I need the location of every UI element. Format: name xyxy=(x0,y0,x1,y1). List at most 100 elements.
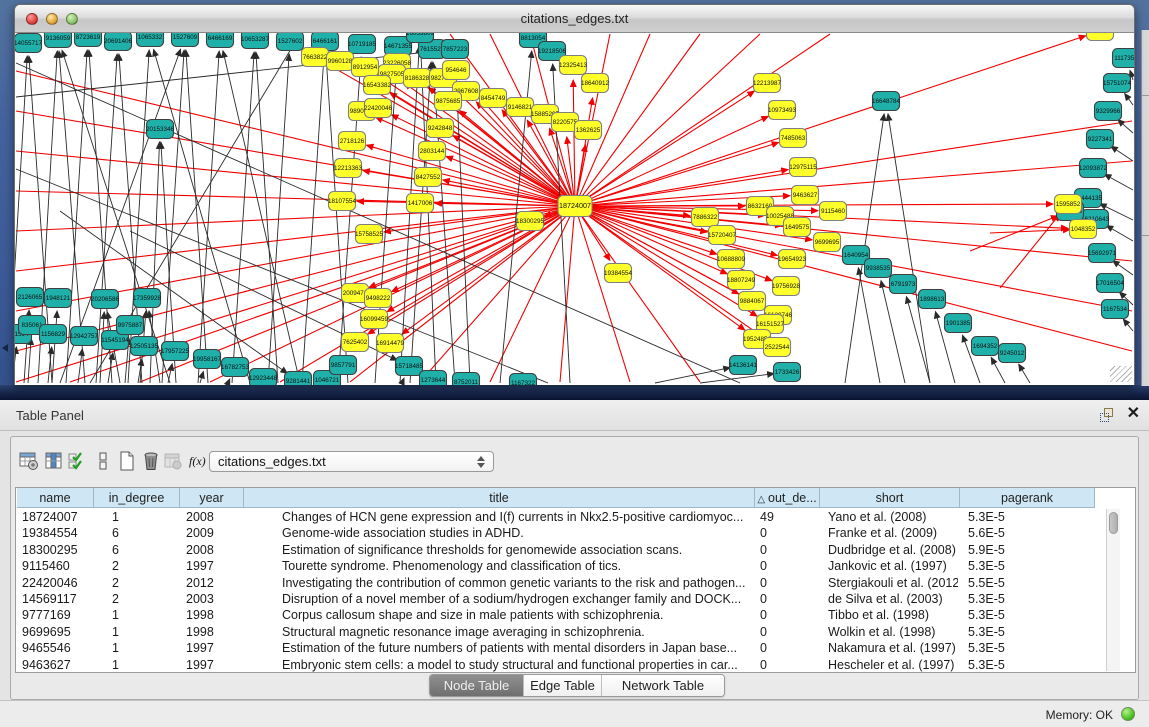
graph-node[interactable]: 17359928 xyxy=(133,289,162,308)
table-cell[interactable]: 5.3E-5 xyxy=(968,624,1093,641)
table-cell[interactable]: Corpus callosum shape and size in male p… xyxy=(282,607,753,624)
graph-node[interactable]: 18300295 xyxy=(516,212,545,231)
table-cell[interactable]: 1997 xyxy=(186,640,242,657)
graph-node[interactable]: 7663822 xyxy=(302,48,329,67)
new-table-icon[interactable] xyxy=(117,451,137,471)
table-cell[interactable]: 2 xyxy=(112,558,178,575)
graph-node[interactable]: 7857223 xyxy=(442,40,469,59)
graph-node[interactable]: 1733426 xyxy=(774,363,801,382)
graph-node[interactable]: 8454749 xyxy=(480,89,507,108)
graph-node[interactable]: 19384554 xyxy=(604,264,633,283)
graph-node[interactable]: 12923448 xyxy=(249,369,278,386)
graph-node[interactable]: 954646 xyxy=(443,61,470,80)
graph-node[interactable]: 1048352 xyxy=(1070,220,1097,239)
graph-node[interactable]: 7886322 xyxy=(692,208,719,227)
table-cell[interactable]: 1 xyxy=(112,607,178,624)
graph-node[interactable]: 1273644 xyxy=(420,371,447,386)
graph-node[interactable]: 14136141 xyxy=(729,356,758,375)
network-window-titlebar[interactable]: citations_edges.txt xyxy=(15,5,1134,33)
column-header-title[interactable]: title xyxy=(244,488,755,508)
graph-node[interactable]: 2522544 xyxy=(764,338,791,357)
table-cell[interactable]: 22420046 xyxy=(22,575,92,592)
column-header-in_degree[interactable]: in_degree xyxy=(94,488,180,508)
graph-node[interactable]: 9960128 xyxy=(327,52,354,71)
graph-node[interactable]: 2803144 xyxy=(419,142,446,161)
table-cell[interactable]: 9465546 xyxy=(22,640,92,657)
graph-node[interactable]: 18724007 xyxy=(558,196,592,217)
table-cell[interactable]: 9777169 xyxy=(22,607,92,624)
graph-node[interactable]: 1527602 xyxy=(277,33,304,51)
table-cell[interactable]: 5.3E-5 xyxy=(968,640,1093,657)
table-cell[interactable]: 5.9E-5 xyxy=(968,542,1093,559)
graph-node[interactable]: 17016504 xyxy=(1096,274,1125,293)
import-table-icon[interactable] xyxy=(163,451,183,471)
table-cell[interactable]: 0 xyxy=(760,640,818,657)
table-scrollbar-thumb[interactable] xyxy=(1109,512,1118,534)
graph-node[interactable]: 12942757 xyxy=(70,327,99,346)
graph-node[interactable]: 9857791 xyxy=(330,356,357,375)
table-cell[interactable]: Estimation of significance thresholds fo… xyxy=(282,542,753,559)
graph-node[interactable]: 9875685 xyxy=(435,92,462,111)
graph-node[interactable]: 20153346 xyxy=(146,120,175,139)
delete-table-icon[interactable] xyxy=(141,451,161,471)
table-cell[interactable]: Jankovic et al. (1997) xyxy=(828,558,958,575)
graph-node[interactable]: 9975887 xyxy=(117,316,144,335)
table-cell[interactable]: 2008 xyxy=(186,542,242,559)
graph-node[interactable]: 12213987 xyxy=(753,74,782,93)
table-cell[interactable]: 0 xyxy=(760,558,818,575)
column-header-name[interactable]: name xyxy=(17,488,94,508)
graph-node[interactable]: 12975115 xyxy=(789,158,817,177)
table-cell[interactable]: 2012 xyxy=(186,575,242,592)
table-cell[interactable]: 5.6E-5 xyxy=(968,525,1093,542)
graph-node[interactable]: 16782753 xyxy=(221,358,250,377)
graph-node[interactable]: 10688809 xyxy=(717,250,746,269)
table-cell[interactable]: 2 xyxy=(112,591,178,608)
table-cell[interactable]: 14569117 xyxy=(22,591,92,608)
graph-node[interactable]: 15751074 xyxy=(1103,74,1132,93)
graph-node[interactable]: 19654923 xyxy=(778,250,807,269)
graph-node[interactable]: 8752011 xyxy=(453,373,480,386)
graph-node[interactable]: 6466169 xyxy=(207,33,234,48)
table-scrollbar[interactable] xyxy=(1106,509,1120,671)
table-cell[interactable]: 2008 xyxy=(186,509,242,526)
graph-node[interactable]: 10653287 xyxy=(241,33,270,49)
graph-node[interactable]: 16914479 xyxy=(376,334,405,353)
graph-node[interactable]: 12325413 xyxy=(559,56,588,75)
table-cell[interactable]: Nakamura et al. (1997) xyxy=(828,640,958,657)
table-cell[interactable]: Genome-wide association studies in ADHD. xyxy=(282,525,753,542)
tab-edge-table[interactable]: Edge Table xyxy=(524,675,602,696)
graph-node[interactable]: 1417006 xyxy=(407,194,434,213)
table-cell[interactable]: 1 xyxy=(112,624,178,641)
table-cell[interactable]: Franke et al. (2009) xyxy=(828,525,958,542)
graph-node[interactable]: 12505135 xyxy=(130,337,159,356)
table-cell[interactable]: 5.3E-5 xyxy=(968,591,1093,608)
table-cell[interactable]: 2003 xyxy=(186,591,242,608)
graph-node[interactable]: 1898613 xyxy=(919,290,946,309)
table-cell[interactable]: Changes of HCN gene expression and I(f) … xyxy=(282,509,753,526)
table-cell[interactable]: 0 xyxy=(760,591,818,608)
table-cell[interactable]: Yano et al. (2008) xyxy=(828,509,958,526)
graph-node[interactable]: 1362625 xyxy=(575,121,602,140)
graph-node[interactable]: 1901385 xyxy=(945,314,972,333)
table-cell[interactable]: 9463627 xyxy=(22,657,92,673)
table-cell[interactable]: Disruption of a novel member of a sodium… xyxy=(282,591,753,608)
table-cell[interactable]: 5.3E-5 xyxy=(968,607,1093,624)
table-cell[interactable]: Tibbo et al. (1998) xyxy=(828,607,958,624)
table-cell[interactable]: Structural magnetic resonance image aver… xyxy=(282,624,753,641)
graph-node[interactable]: 8186328 xyxy=(404,69,431,88)
graph-node[interactable]: 9884067 xyxy=(739,292,766,311)
graph-node[interactable]: 9329966 xyxy=(1095,102,1122,121)
column-header-year[interactable]: year xyxy=(180,488,244,508)
graph-node[interactable]: 9245012 xyxy=(999,344,1026,363)
table-cell[interactable]: 0 xyxy=(760,624,818,641)
table-cell[interactable]: 1997 xyxy=(186,558,242,575)
table-cell[interactable]: 0 xyxy=(760,525,818,542)
tab-network-table[interactable]: Network Table xyxy=(602,675,724,696)
graph-node[interactable]: 20206586 xyxy=(91,290,120,309)
graph-node[interactable]: 2718126 xyxy=(339,132,366,151)
table-cell[interactable]: Wolkin et al. (1998) xyxy=(828,624,958,641)
table-cell[interactable]: Investigating the contribution of common… xyxy=(282,575,753,592)
column-header-short[interactable]: short xyxy=(820,488,960,508)
graph-node[interactable]: 16648784 xyxy=(872,92,901,111)
graph-node[interactable]: 7625402 xyxy=(342,333,369,352)
